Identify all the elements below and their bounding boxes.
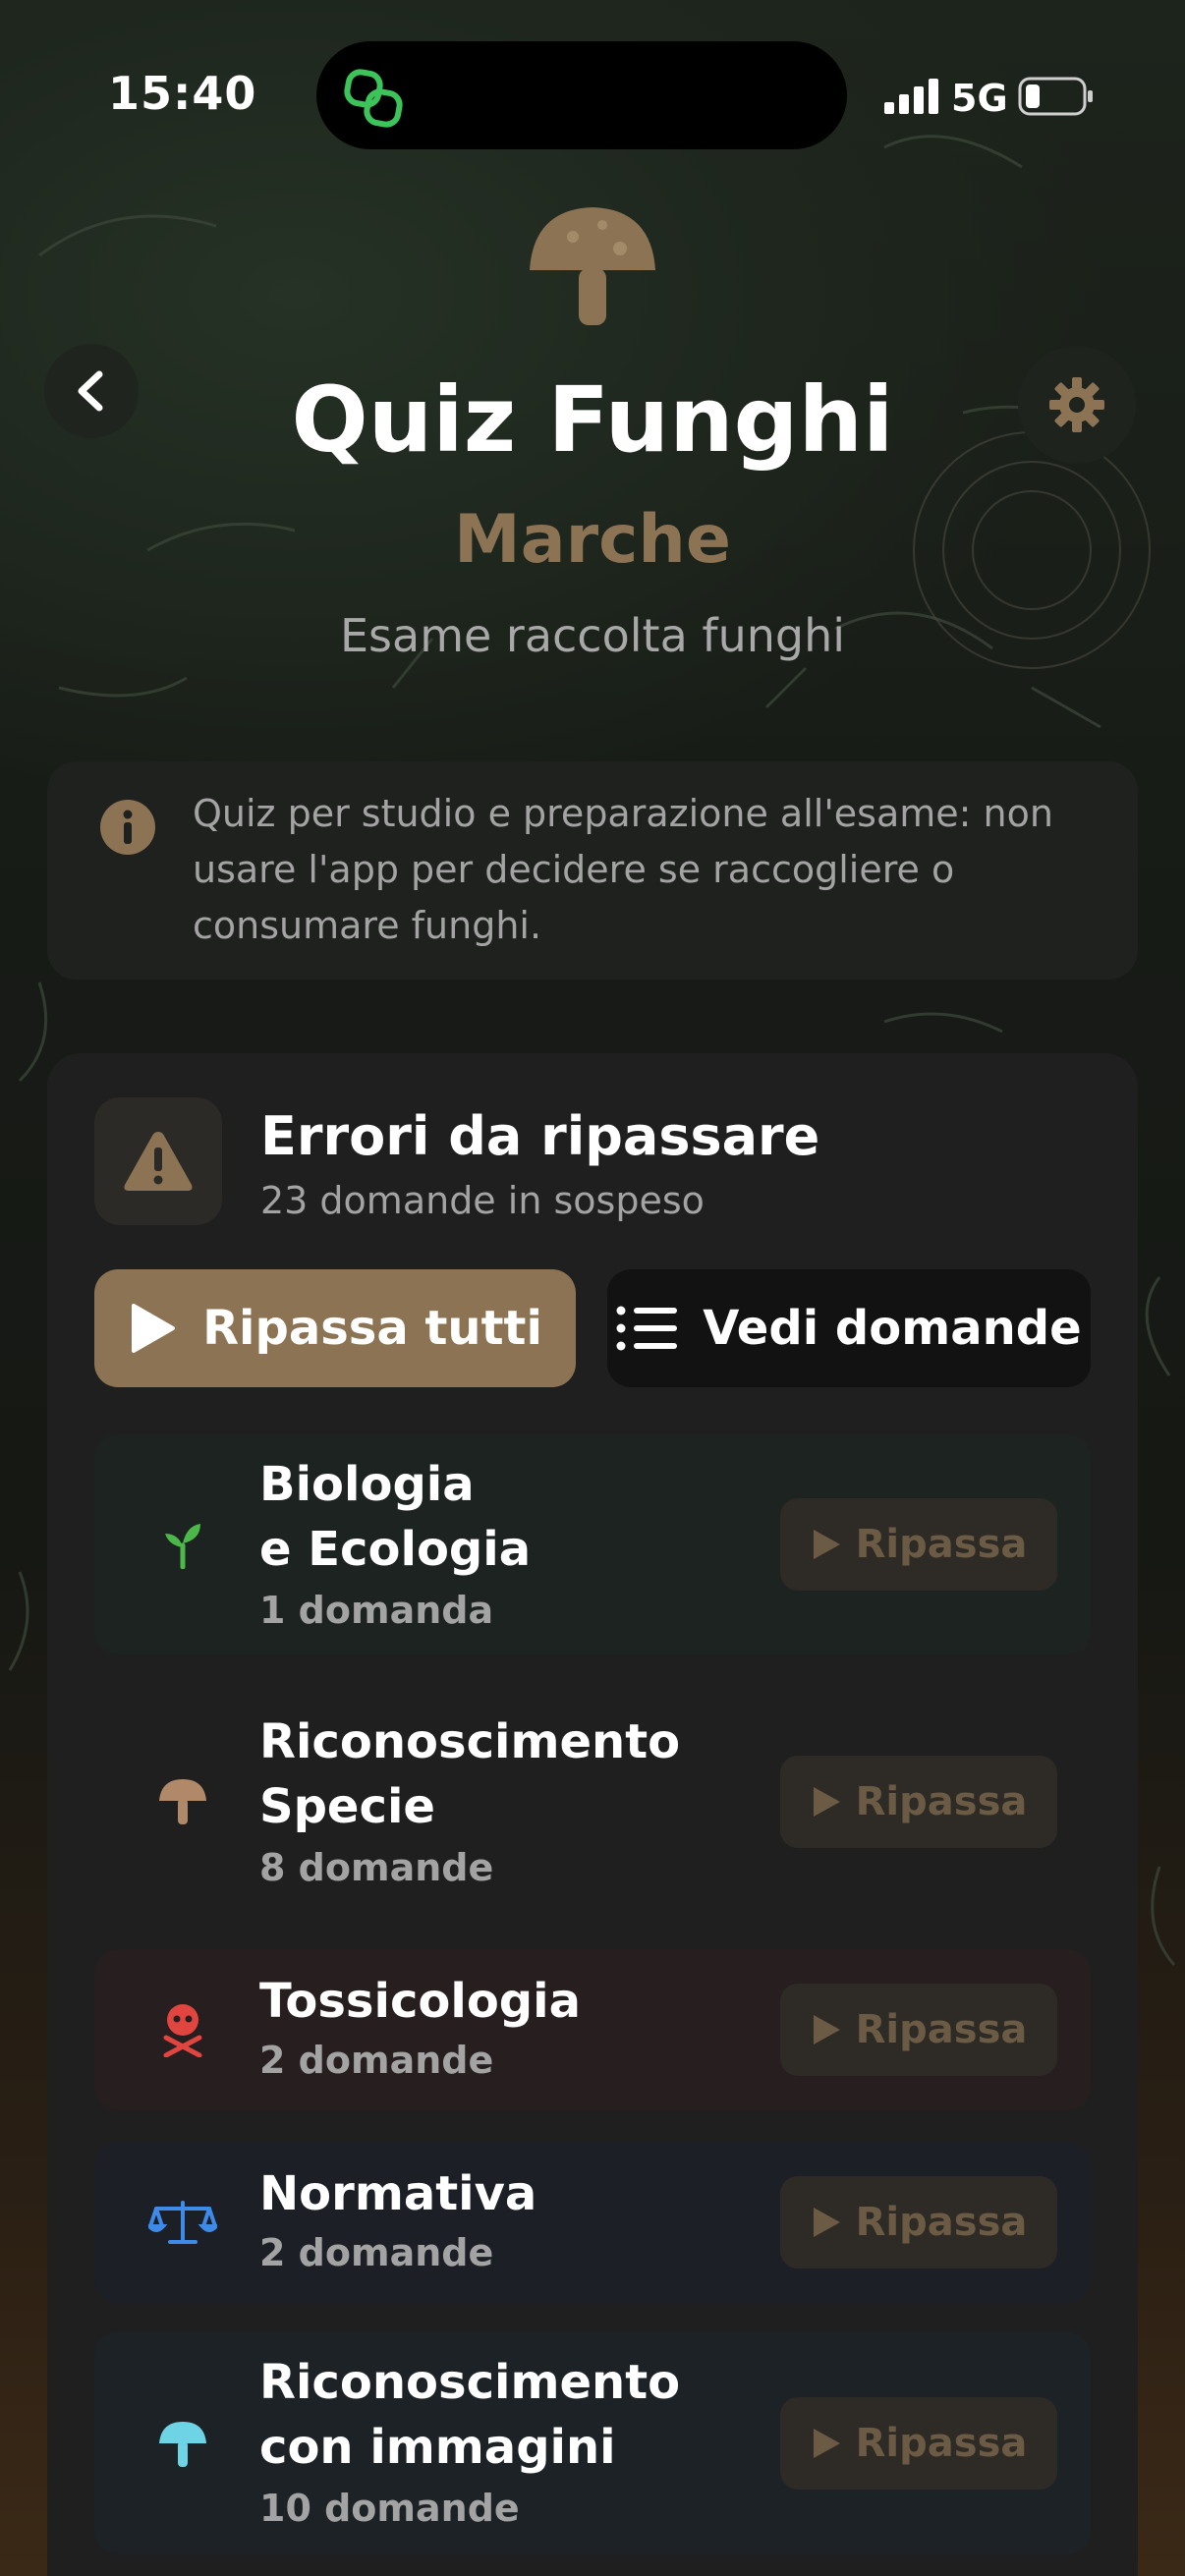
review-label: Ripassa bbox=[855, 1779, 1028, 1824]
battery-icon bbox=[1018, 77, 1093, 116]
review-label: Ripassa bbox=[855, 2007, 1028, 2052]
category-count: 1 domanda bbox=[259, 1589, 494, 1632]
mushroom-icon bbox=[143, 1763, 222, 1841]
play-icon bbox=[813, 1530, 840, 1559]
warning-icon bbox=[124, 1132, 193, 1191]
category-count: 8 domande bbox=[259, 1846, 494, 1889]
play-icon bbox=[813, 2208, 840, 2237]
status-time: 15:40 bbox=[108, 67, 257, 120]
info-icon bbox=[100, 800, 155, 855]
review-button[interactable]: Ripassa bbox=[780, 1984, 1057, 2076]
play-icon bbox=[813, 2015, 840, 2044]
review-label: Ripassa bbox=[855, 2421, 1028, 2466]
region-label: Marche bbox=[454, 501, 731, 579]
category-row-biologia: Biologia e Ecologia 1 domanda Ripassa bbox=[94, 1434, 1091, 1654]
play-icon bbox=[813, 1787, 840, 1817]
view-questions-label: Vedi domande bbox=[703, 1301, 1082, 1356]
review-button[interactable]: Ripassa bbox=[780, 1756, 1057, 1848]
category-row-tossicologia: Tossicologia 2 domande Ripassa bbox=[94, 1949, 1091, 2110]
review-label: Ripassa bbox=[855, 1522, 1028, 1567]
play-icon bbox=[132, 1304, 176, 1353]
category-title: Riconoscimento Specie bbox=[259, 1714, 681, 1834]
category-title: Biologia e Ecologia bbox=[259, 1457, 532, 1577]
mushroom-logo-icon bbox=[530, 207, 655, 325]
review-label: Ripassa bbox=[855, 2200, 1028, 2245]
sprout-icon bbox=[143, 1505, 222, 1584]
play-icon bbox=[813, 2429, 840, 2458]
app-screen: 15:40 5G Quiz Funghi Marche Esame raccol… bbox=[0, 0, 1185, 2576]
link-app-icon bbox=[344, 69, 403, 128]
mushroom-blue-icon bbox=[143, 2405, 222, 2484]
scales-icon bbox=[143, 2183, 222, 2262]
view-questions-button[interactable]: Vedi domande bbox=[607, 1269, 1091, 1387]
category-row-immagini: Riconoscimento con immagini 10 domande R… bbox=[94, 2332, 1091, 2554]
category-count: 10 domande bbox=[259, 2487, 520, 2530]
disclaimer-notice: Quiz per studio e preparazione all'esame… bbox=[47, 761, 1138, 980]
review-all-button[interactable]: Ripassa tutti bbox=[94, 1269, 576, 1387]
errors-card: Errori da ripassare 23 domande in sospes… bbox=[47, 1053, 1138, 2576]
review-button[interactable]: Ripassa bbox=[780, 1498, 1057, 1591]
errors-count: 23 domande in sospeso bbox=[260, 1179, 705, 1222]
category-row-normativa: Normativa 2 domande Ripassa bbox=[94, 2142, 1091, 2303]
page-title: Quiz Funghi bbox=[291, 367, 894, 473]
review-button[interactable]: Ripassa bbox=[780, 2397, 1057, 2490]
page-subtitle: Esame raccolta funghi bbox=[339, 609, 846, 662]
list-icon bbox=[616, 1306, 678, 1351]
category-row-riconoscimento: Riconoscimento Specie 8 domande Ripassa bbox=[94, 1692, 1091, 1912]
disclaimer-text: Quiz per studio e preparazione all'esame… bbox=[193, 792, 1053, 947]
warning-badge bbox=[94, 1097, 222, 1225]
skull-crossbones-icon bbox=[143, 1990, 222, 2069]
signal-icon bbox=[884, 79, 938, 114]
category-title: Riconoscimento con immagini bbox=[259, 2355, 681, 2475]
network-label: 5G bbox=[951, 77, 1008, 120]
errors-title: Errori da ripassare bbox=[260, 1105, 820, 1167]
category-title: Normativa bbox=[259, 2166, 537, 2221]
category-count: 2 domande bbox=[259, 2039, 494, 2082]
review-all-label: Ripassa tutti bbox=[202, 1301, 542, 1356]
category-title: Tossicologia bbox=[259, 1974, 581, 2029]
review-button[interactable]: Ripassa bbox=[780, 2176, 1057, 2268]
category-count: 2 domande bbox=[259, 2231, 494, 2274]
